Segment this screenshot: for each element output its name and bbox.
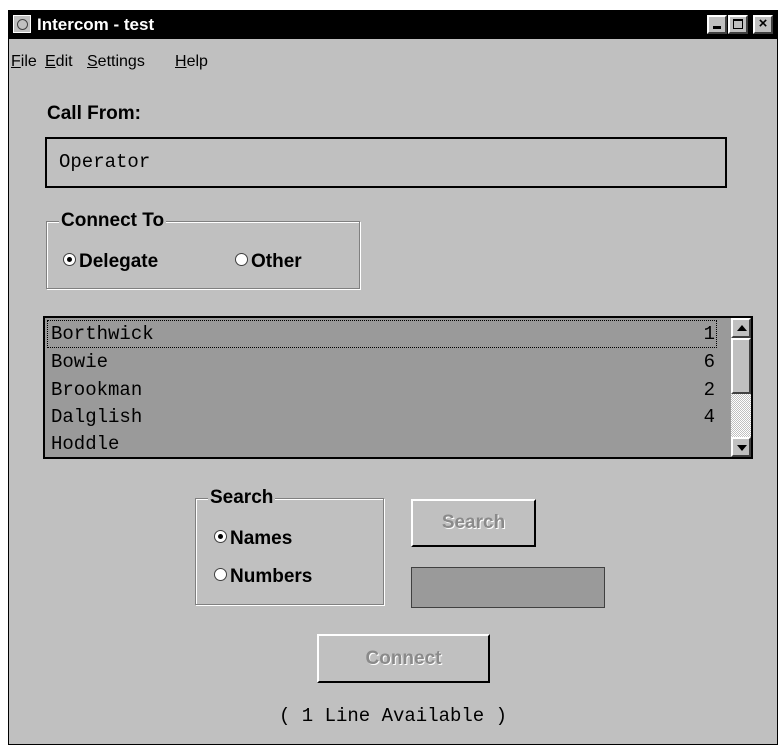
title-bar[interactable]: Intercom - test × bbox=[9, 11, 777, 39]
list-item-number: 1 bbox=[703, 323, 715, 345]
radio-names-indicator bbox=[214, 530, 227, 544]
menu-file-mnemonic: F bbox=[11, 53, 21, 70]
maximize-icon bbox=[733, 19, 743, 29]
search-button[interactable]: Search bbox=[411, 499, 536, 547]
list-item-name: Borthwick bbox=[51, 323, 154, 345]
scroll-down-button[interactable] bbox=[731, 437, 751, 457]
list-item-name: Bowie bbox=[51, 351, 109, 373]
radio-names[interactable]: Names bbox=[214, 528, 292, 550]
search-input[interactable] bbox=[411, 567, 605, 608]
radio-other[interactable]: Other bbox=[235, 251, 302, 273]
arrow-down-icon bbox=[737, 445, 747, 451]
menu-settings-label: ettings bbox=[97, 53, 145, 70]
radio-delegate-label: Delegate bbox=[79, 251, 159, 272]
list-item[interactable]: Hoddle bbox=[47, 430, 717, 457]
list-scrollbar[interactable] bbox=[731, 318, 751, 457]
list-item-name: Hoddle bbox=[51, 433, 120, 455]
list-item[interactable]: Brookman 2 bbox=[47, 376, 717, 404]
line-status: ( 1 Line Available ) bbox=[278, 705, 508, 727]
minimize-button[interactable] bbox=[707, 15, 727, 34]
window-title: Intercom - test bbox=[37, 15, 155, 34]
list-item-number: 6 bbox=[703, 351, 715, 373]
radio-numbers[interactable]: Numbers bbox=[214, 566, 312, 588]
menu-edit-mnemonic: E bbox=[45, 53, 56, 70]
radio-names-label: Names bbox=[230, 528, 293, 549]
menu-file[interactable]: File bbox=[11, 53, 37, 71]
radio-numbers-label: Numbers bbox=[230, 566, 313, 587]
list-item[interactable]: Bowie 6 bbox=[47, 348, 717, 376]
close-button[interactable]: × bbox=[753, 15, 773, 34]
menu-bar: File Edit Settings Help bbox=[9, 39, 777, 71]
menu-edit[interactable]: Edit bbox=[45, 53, 73, 71]
menu-edit-label: dit bbox=[55, 53, 73, 70]
connect-to-title: Connect To bbox=[59, 210, 167, 232]
call-from-label: Call From: bbox=[47, 103, 141, 124]
close-icon: × bbox=[758, 15, 768, 32]
arrow-up-icon bbox=[737, 325, 747, 331]
radio-delegate-indicator bbox=[63, 253, 76, 267]
radio-other-indicator bbox=[235, 253, 248, 267]
radio-delegate[interactable]: Delegate bbox=[63, 251, 158, 273]
call-from-value: Operator bbox=[59, 151, 151, 173]
list-item-name: Brookman bbox=[51, 379, 143, 401]
intercom-window: Intercom - test × File Edit Settings Hel… bbox=[8, 10, 778, 745]
app-icon[interactable] bbox=[13, 15, 31, 33]
connect-button[interactable]: Connect bbox=[317, 634, 490, 683]
radio-numbers-indicator bbox=[214, 568, 227, 582]
menu-help-label: elp bbox=[186, 53, 208, 70]
name-list[interactable]: Borthwick 1 Bowie 6 Brookman 2 Dalglish … bbox=[43, 316, 753, 459]
menu-help-mnemonic: H bbox=[175, 53, 187, 70]
scroll-up-button[interactable] bbox=[731, 318, 751, 338]
call-from-field[interactable]: Operator bbox=[45, 137, 727, 188]
list-item-number: 4 bbox=[703, 406, 715, 428]
radio-other-label: Other bbox=[251, 251, 302, 272]
list-item-number: 2 bbox=[703, 379, 715, 401]
menu-settings-mnemonic: S bbox=[87, 53, 98, 70]
menu-help[interactable]: Help bbox=[175, 53, 208, 71]
scrollbar-thumb[interactable] bbox=[731, 338, 751, 394]
list-item[interactable]: Dalglish 4 bbox=[47, 403, 717, 431]
search-group-title: Search bbox=[208, 487, 276, 509]
menu-file-label: ile bbox=[20, 53, 37, 70]
list-item-name: Dalglish bbox=[51, 406, 143, 428]
menu-settings[interactable]: Settings bbox=[87, 53, 145, 71]
maximize-button[interactable] bbox=[728, 15, 748, 34]
search-group bbox=[195, 498, 384, 605]
list-item[interactable]: Borthwick 1 bbox=[47, 320, 717, 348]
minimize-icon bbox=[713, 26, 721, 29]
